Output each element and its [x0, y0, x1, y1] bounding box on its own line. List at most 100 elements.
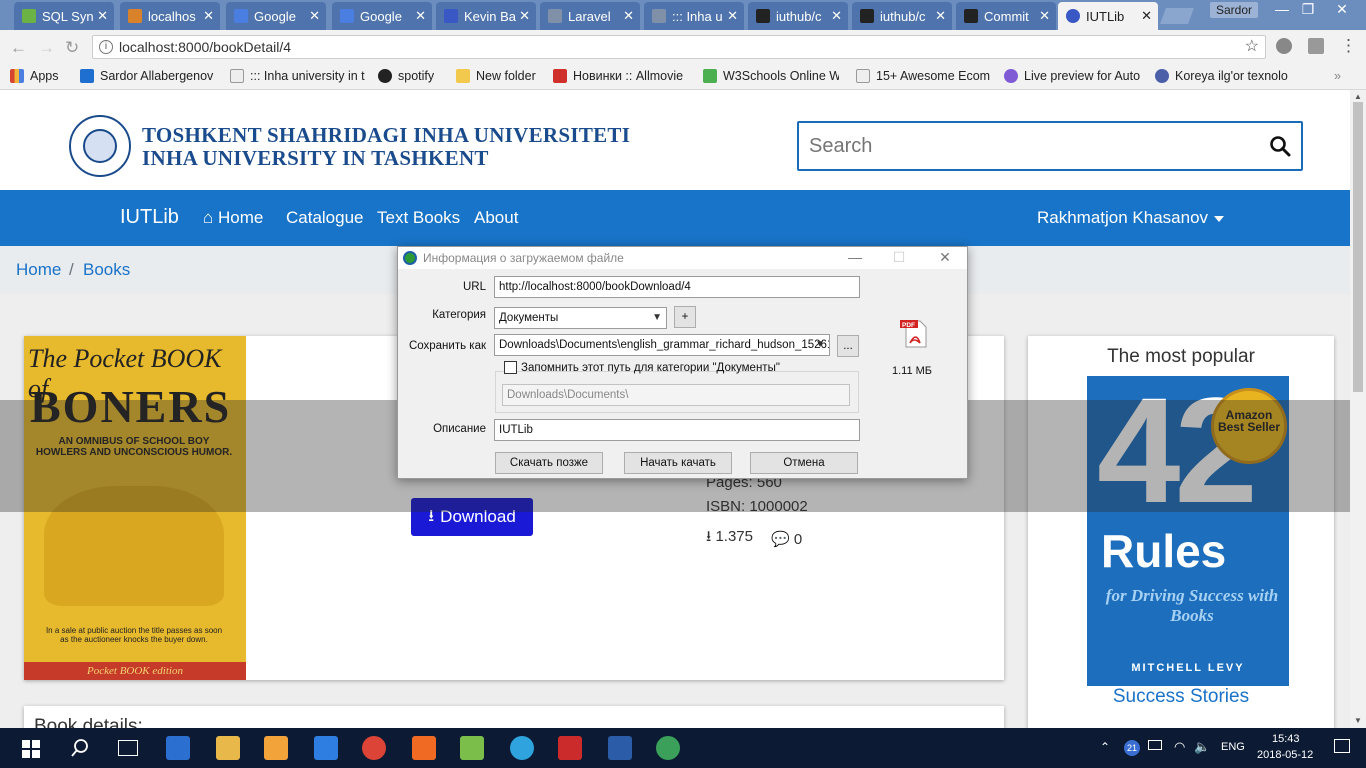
file-explorer-icon[interactable]: [216, 736, 240, 760]
popular-book-link[interactable]: Success Stories: [1028, 686, 1334, 708]
close-icon[interactable]: ✕: [935, 8, 946, 24]
close-icon[interactable]: ✕: [309, 8, 320, 24]
tab-sql[interactable]: SQL Syn ✕: [14, 2, 114, 30]
bookmark-ecom[interactable]: 15+ Awesome Ecom: [856, 69, 990, 83]
tab-localhost[interactable]: localhos ✕: [120, 2, 220, 30]
category-select[interactable]: Документы ▼: [494, 307, 667, 329]
close-icon[interactable]: ✕: [831, 8, 842, 24]
back-icon[interactable]: ←: [10, 38, 27, 58]
bookmark-spotify[interactable]: spotify: [378, 69, 434, 83]
close-icon[interactable]: ✕: [623, 8, 634, 24]
task-view-icon[interactable]: [118, 740, 138, 756]
bookmark-w3schools[interactable]: W3Schools Online W: [703, 69, 839, 83]
address-bar[interactable]: i localhost:8000/bookDetail/4 ☆: [92, 35, 1266, 59]
saveas-select[interactable]: Downloads\Documents\english_grammar_rich…: [494, 334, 830, 356]
close-icon[interactable]: ✕: [1039, 8, 1050, 24]
vscode-icon[interactable]: [314, 736, 338, 760]
bookmark-outlook[interactable]: Sardor Allabergenov: [80, 69, 220, 83]
more-bookmarks-icon[interactable]: »: [1334, 69, 1341, 83]
nav-textbooks[interactable]: Text Books: [377, 208, 460, 228]
volume-icon[interactable]: 🔈: [1194, 739, 1210, 755]
menu-icon[interactable]: ⋮: [1340, 36, 1357, 56]
scrollbar-thumb[interactable]: [1353, 102, 1363, 392]
search-input[interactable]: [799, 123, 1259, 169]
close-icon[interactable]: ✕: [519, 8, 530, 24]
windows-start-icon[interactable]: [22, 740, 40, 758]
user-dropdown[interactable]: Rakhmatjon Khasanov: [1037, 208, 1225, 228]
tab-laravel[interactable]: Laravel ✕: [540, 2, 640, 30]
battery-icon[interactable]: [1148, 740, 1162, 750]
profile-badge[interactable]: Sardor: [1210, 2, 1259, 18]
notification-badge[interactable]: 21: [1124, 740, 1140, 756]
new-tab-button[interactable]: [1160, 8, 1194, 24]
add-category-button[interactable]: +: [674, 306, 696, 328]
start-download-button[interactable]: Начать качать: [624, 452, 732, 474]
brand-link[interactable]: IUTLib: [120, 206, 179, 229]
clock-time[interactable]: 15:43: [1272, 733, 1300, 745]
autocad-icon[interactable]: [264, 736, 288, 760]
search-icon[interactable]: [70, 738, 90, 758]
cancel-button[interactable]: Отмена: [750, 452, 858, 474]
tab-inha[interactable]: ::: Inha u ✕: [644, 2, 744, 30]
close-icon[interactable]: ✕: [97, 8, 108, 24]
acrobat-icon[interactable]: [558, 736, 582, 760]
telegram-icon[interactable]: [510, 736, 534, 760]
minimize-icon[interactable]: —: [840, 249, 870, 265]
tab-google-2[interactable]: Google ✕: [332, 2, 432, 30]
scroll-down-icon[interactable]: ▼: [1354, 716, 1362, 725]
idm-icon[interactable]: [656, 736, 680, 760]
bookmark-allmovie[interactable]: Новинки :: Allmovie: [553, 69, 689, 83]
maximize-icon[interactable]: ❐: [1294, 0, 1322, 18]
browse-button[interactable]: ...: [837, 335, 859, 357]
tab-kevin[interactable]: Kevin Ba ✕: [436, 2, 536, 30]
app-icon[interactable]: [460, 736, 484, 760]
university-seal-logo[interactable]: [69, 115, 131, 177]
nav-about[interactable]: About: [474, 208, 518, 228]
clock-date[interactable]: 2018-05-12: [1257, 749, 1313, 761]
minimize-icon[interactable]: —: [1268, 0, 1296, 18]
reload-icon[interactable]: ↻: [65, 38, 79, 58]
forward-icon[interactable]: →: [38, 38, 55, 58]
wifi-icon[interactable]: ◠: [1174, 739, 1185, 755]
tab-commit[interactable]: Commit ✕: [956, 2, 1056, 30]
bookmark-koreya[interactable]: Koreya ilg'or texnolo: [1155, 69, 1295, 83]
extension-icon[interactable]: [1308, 38, 1324, 54]
bookmark-apps[interactable]: Apps: [10, 69, 59, 83]
bookmark-folder[interactable]: New folder: [456, 69, 536, 83]
logo-title-en[interactable]: INHA UNIVERSITY IN TASHKENT: [142, 146, 489, 171]
bookmark-inha[interactable]: ::: Inha university in t: [230, 69, 366, 83]
close-icon[interactable]: ✕: [930, 249, 960, 266]
word-icon[interactable]: [608, 736, 632, 760]
tab-google-1[interactable]: Google ✕: [226, 2, 326, 30]
info-icon[interactable]: i: [99, 40, 113, 54]
extension-icon[interactable]: [1276, 38, 1292, 54]
download-later-button[interactable]: Скачать позже: [495, 452, 603, 474]
logo-title-uz[interactable]: TOSHKENT SHAHRIDAGI INHA UNIVERSITETI: [142, 123, 630, 148]
remember-path-checkbox[interactable]: Запомнить этот путь для категории "Докум…: [504, 361, 780, 374]
close-icon[interactable]: ✕: [415, 8, 426, 24]
close-icon[interactable]: ✕: [203, 8, 214, 24]
search-icon[interactable]: [1269, 135, 1291, 157]
close-icon[interactable]: ✕: [1141, 8, 1152, 24]
store-icon[interactable]: [166, 736, 190, 760]
close-window-icon[interactable]: ✕: [1328, 0, 1356, 18]
nav-catalogue[interactable]: Catalogue: [286, 208, 364, 228]
language-indicator[interactable]: ENG: [1221, 741, 1245, 753]
action-center-icon[interactable]: [1334, 739, 1350, 753]
url-field[interactable]: http://localhost:8000/bookDownload/4: [494, 276, 860, 298]
scroll-up-icon[interactable]: ▲: [1354, 92, 1362, 101]
tab-iuthub-2[interactable]: iuthub/c ✕: [852, 2, 952, 30]
breadcrumb-home[interactable]: Home: [16, 260, 61, 280]
sublime-icon[interactable]: [412, 736, 436, 760]
tray-expand-icon[interactable]: ⌃: [1100, 740, 1110, 754]
close-icon[interactable]: ✕: [727, 8, 738, 24]
bookmark-star-icon[interactable]: ☆: [1245, 36, 1259, 58]
bookmark-live-preview[interactable]: Live preview for Auto: [1004, 69, 1150, 83]
tab-iutlib[interactable]: IUTLib ✕: [1058, 2, 1158, 30]
chrome-icon[interactable]: [362, 736, 386, 760]
tab-iuthub-1[interactable]: iuthub/c ✕: [748, 2, 848, 30]
description-field[interactable]: IUTLib: [494, 419, 860, 441]
page-scrollbar[interactable]: ▲ ▼: [1350, 90, 1366, 728]
breadcrumb-books[interactable]: Books: [83, 260, 130, 280]
nav-home[interactable]: ⌂ Home: [203, 208, 263, 228]
